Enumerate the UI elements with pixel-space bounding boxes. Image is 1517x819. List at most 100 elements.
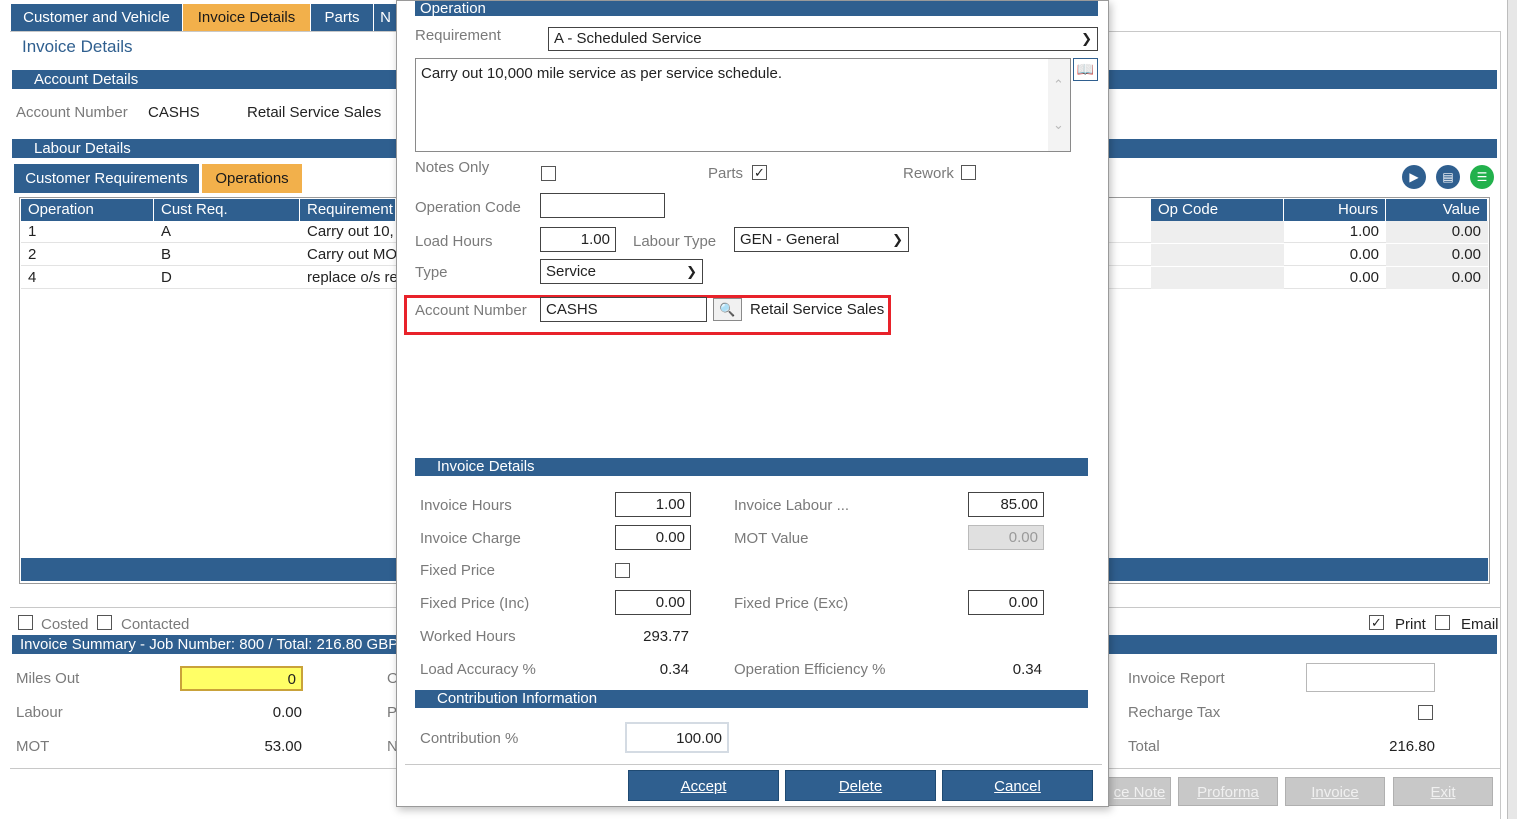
contribution-header: Contribution Information (415, 690, 1088, 708)
email-checkbox[interactable] (1435, 615, 1450, 630)
parts-checkbox[interactable]: ✓ (752, 165, 767, 180)
cell-hours: 0.00 (1349, 269, 1379, 286)
total-value: 216.80 (1389, 738, 1435, 755)
notes-scrollbar[interactable]: ⌃ ⌄ (1048, 59, 1070, 151)
chevron-down-icon: ❯ (1081, 31, 1092, 46)
delete-button[interactable]: Delete (785, 770, 936, 801)
costed-checkbox[interactable] (18, 615, 33, 630)
cancel-button[interactable]: Cancel (942, 770, 1093, 801)
tab-next[interactable]: N (374, 4, 398, 31)
account-number-value: CASHS (148, 104, 200, 121)
exit-button[interactable]: Exit (1393, 777, 1493, 806)
chevron-down-icon: ❯ (686, 264, 697, 279)
cell-operation: 1 (28, 223, 37, 240)
invoice-labour-label: Invoice Labour ... (734, 497, 850, 514)
fixed-exc-input[interactable]: 0.00 (968, 590, 1044, 615)
notes-only-checkbox[interactable] (541, 166, 556, 181)
email-label: Email (1461, 616, 1499, 633)
cell-cust-req: B (161, 246, 172, 263)
cell-value: 0.00 (1386, 244, 1488, 266)
video-icon[interactable]: ▶ (1402, 165, 1426, 189)
chevron-down-icon: ❯ (892, 232, 903, 247)
subtab-customer-requirements[interactable]: Customer Requirements (14, 164, 200, 193)
tab-invoice-details[interactable]: Invoice Details (183, 4, 311, 31)
invoice-charge-input[interactable]: 0.00 (615, 525, 691, 550)
operation-dialog: Operation Requirement A - Scheduled Serv… (396, 0, 1109, 807)
proforma-button[interactable]: Proforma (1178, 777, 1278, 806)
labour-type-select[interactable]: GEN - General ❯ (734, 227, 909, 252)
miles-out-label: Miles Out (16, 670, 80, 687)
cell-operation: 2 (28, 246, 37, 263)
col-cust-req[interactable]: Cust Req. (154, 199, 300, 221)
contribution-input[interactable]: 100.00 (625, 722, 729, 753)
tab-customer-vehicle[interactable]: Customer and Vehicle (11, 4, 183, 31)
recharge-tax-label: Recharge Tax (1128, 704, 1221, 721)
invoice-button[interactable]: Invoice (1285, 777, 1385, 806)
dialog-title: Operation (415, 1, 1098, 16)
dialog-account-name: Retail Service Sales (750, 301, 885, 318)
contacted-label: Contacted (121, 616, 190, 633)
worked-hours-value: 293.77 (643, 628, 689, 645)
scroll-down-icon[interactable]: ⌄ (1053, 117, 1064, 133)
type-select[interactable]: Service ❯ (540, 259, 703, 284)
load-accuracy-value: 0.34 (659, 661, 689, 678)
recharge-tax-checkbox[interactable] (1418, 705, 1433, 720)
scroll-up-icon[interactable]: ⌃ (1053, 77, 1064, 93)
mot-label: MOT (16, 738, 50, 755)
search-icon[interactable]: 🔍 (713, 298, 742, 321)
document-icon[interactable]: ▤ (1436, 165, 1460, 189)
dialog-invoice-details-header: Invoice Details (415, 458, 1088, 476)
chat-icon[interactable]: ☰ (1470, 165, 1494, 189)
mot-value-label: MOT Value (734, 530, 809, 547)
notes-textarea[interactable]: Carry out 10,000 mile service as per ser… (415, 58, 1071, 152)
requirement-label: Requirement (415, 27, 501, 44)
cell-op-code (1151, 244, 1284, 266)
accept-button[interactable]: Accept (628, 770, 779, 801)
load-accuracy-label: Load Accuracy % (420, 661, 536, 678)
dialog-account-input[interactable]: CASHS (540, 297, 707, 322)
contribution-label: Contribution % (420, 730, 519, 747)
operation-code-input[interactable] (540, 193, 665, 218)
fixed-exc-label: Fixed Price (Exc) (734, 595, 849, 612)
worked-hours-label: Worked Hours (420, 628, 516, 645)
fixed-inc-input[interactable]: 0.00 (615, 590, 691, 615)
rework-label: Rework (903, 165, 954, 182)
account-name-value: Retail Service Sales (247, 104, 382, 121)
cell-requirement: Carry out MO (307, 246, 396, 263)
requirement-select[interactable]: A - Scheduled Service ❯ (548, 27, 1098, 51)
cell-cust-req: A (161, 223, 172, 240)
fixed-inc-label: Fixed Price (Inc) (420, 595, 530, 612)
col-hours[interactable]: Hours (1284, 199, 1386, 221)
cell-cust-req: D (161, 269, 172, 286)
labour-value: 0.00 (272, 704, 302, 721)
fixed-price-checkbox[interactable] (615, 563, 630, 578)
cell-hours: 1.00 (1349, 223, 1379, 240)
col-value[interactable]: Value (1386, 199, 1488, 221)
type-label: Type (415, 264, 448, 281)
col-op-code[interactable]: Op Code (1151, 199, 1284, 221)
invoice-hours-input[interactable]: 1.00 (615, 492, 691, 517)
invoice-report-field[interactable] (1306, 663, 1435, 692)
cell-value: 0.00 (1386, 267, 1488, 289)
invoice-labour-input[interactable]: 85.00 (968, 492, 1044, 517)
notes-text: Carry out 10,000 mile service as per ser… (421, 65, 782, 82)
invoice-charge-label: Invoice Charge (420, 530, 521, 547)
window-scrollbar[interactable] (1507, 0, 1517, 819)
contacted-checkbox[interactable] (97, 615, 112, 630)
load-hours-input[interactable]: 1.00 (540, 227, 616, 252)
cell-hours: 0.00 (1349, 246, 1379, 263)
print-label: Print (1395, 616, 1426, 633)
col-operation[interactable]: Operation (21, 199, 154, 221)
dialog-separator (405, 764, 1102, 765)
credit-note-button[interactable]: ce Note (1108, 777, 1171, 806)
col-requirement[interactable]: Requirement (300, 199, 396, 221)
book-icon[interactable]: 📖 (1073, 58, 1098, 81)
miles-out-input[interactable]: 0 (180, 666, 303, 691)
subtab-operations[interactable]: Operations (202, 164, 303, 193)
op-efficiency-label: Operation Efficiency % (734, 661, 886, 678)
check-icon: ✓ (754, 165, 765, 180)
labour-type-value: GEN - General (740, 231, 840, 248)
print-checkbox[interactable]: ✓ (1369, 615, 1384, 630)
tab-parts[interactable]: Parts (311, 4, 374, 31)
rework-checkbox[interactable] (961, 165, 976, 180)
